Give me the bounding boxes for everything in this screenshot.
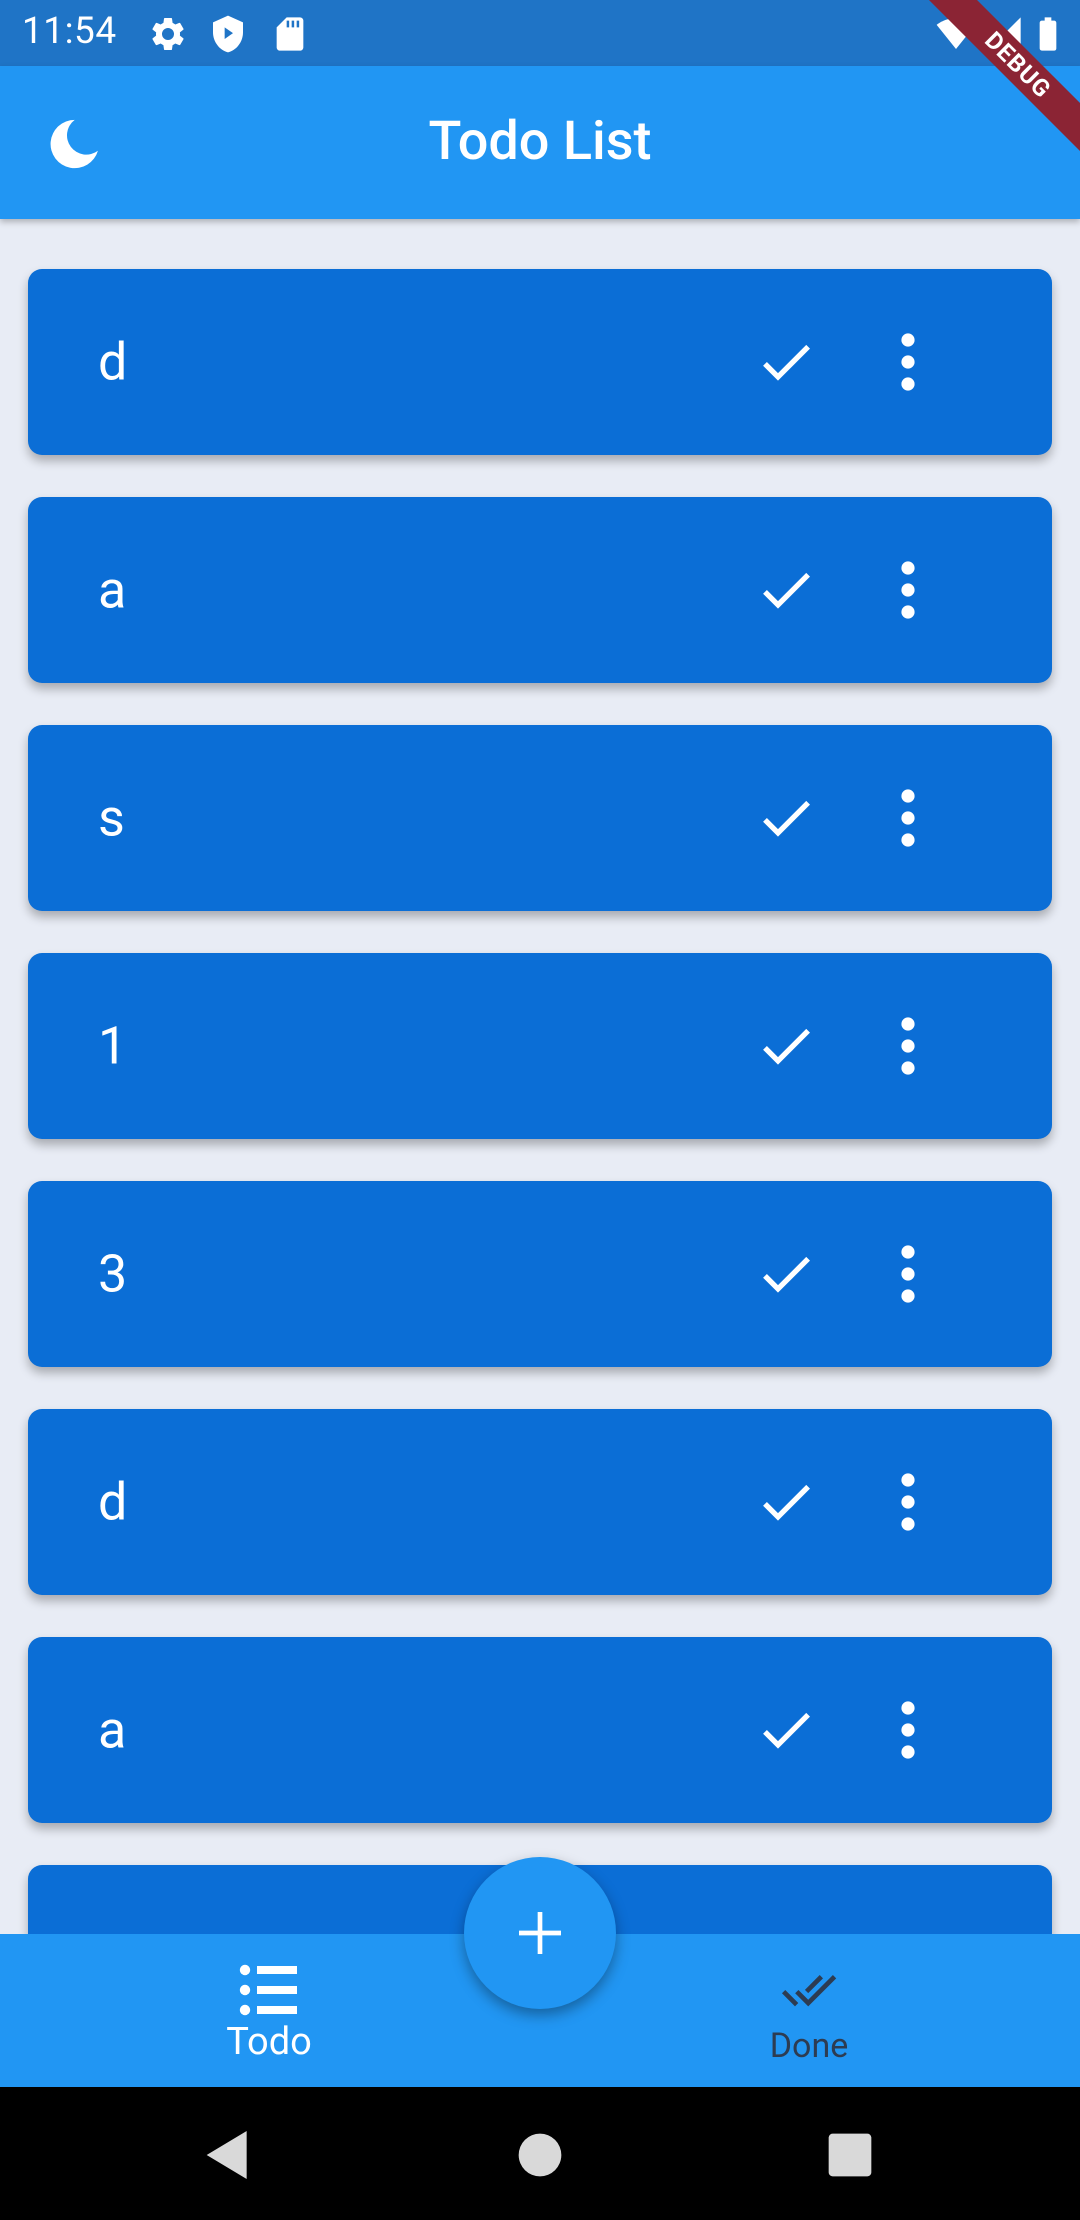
done-all-icon <box>777 1962 841 2018</box>
mark-done-button[interactable] <box>754 1014 818 1078</box>
todo-title: a <box>98 559 127 621</box>
more-vert-icon <box>901 1017 915 1075</box>
check-icon <box>763 572 810 609</box>
more-vert-icon <box>901 789 915 847</box>
page-title: Todo List <box>428 110 652 173</box>
add-todo-button[interactable] <box>464 1857 616 2009</box>
recents-icon[interactable] <box>818 2123 882 2187</box>
check-icon <box>763 1484 810 1521</box>
mark-done-button[interactable] <box>754 558 818 622</box>
more-vert-icon <box>901 561 915 619</box>
status-bar: 11:54 <box>0 0 1080 66</box>
back-icon[interactable] <box>196 2123 260 2187</box>
mark-done-button[interactable] <box>754 1698 818 1762</box>
check-icon <box>763 1712 810 1749</box>
todo-item[interactable]: d <box>28 269 1052 455</box>
system-nav-bar <box>0 2087 1080 2220</box>
app-bar: Todo List <box>0 66 1080 219</box>
more-vert-icon <box>901 1701 915 1759</box>
mark-done-button[interactable] <box>754 330 818 394</box>
mark-done-button[interactable] <box>754 786 818 850</box>
more-options-button[interactable] <box>888 1698 928 1762</box>
todo-item[interactable]: 1 <box>28 953 1052 1139</box>
status-time: 11:54 <box>22 10 117 53</box>
todo-item[interactable]: s <box>28 725 1052 911</box>
check-icon <box>763 1256 810 1293</box>
todo-list[interactable]: d a s 1 3 d a <box>0 219 1080 1934</box>
more-vert-icon <box>901 1473 915 1531</box>
todo-title: s <box>98 787 125 849</box>
check-icon <box>763 1028 810 1065</box>
shield-play-icon <box>208 14 248 54</box>
mark-done-button[interactable] <box>754 1242 818 1306</box>
list-icon <box>237 1962 301 2018</box>
todo-title: 1 <box>98 1015 128 1077</box>
mark-done-button[interactable] <box>754 1470 818 1534</box>
nav-tab-done[interactable]: Done <box>659 1934 959 2087</box>
more-vert-icon <box>901 1245 915 1303</box>
more-options-button[interactable] <box>888 1014 928 1078</box>
todo-title: d <box>98 331 128 393</box>
sd-card-icon <box>270 14 310 54</box>
battery-icon <box>1028 14 1068 54</box>
home-icon[interactable] <box>508 2123 572 2187</box>
settings-icon <box>148 14 188 54</box>
todo-title: 3 <box>98 1243 128 1305</box>
todo-item[interactable]: 3 <box>28 1181 1052 1367</box>
more-options-button[interactable] <box>888 1470 928 1534</box>
todo-title: a <box>98 1699 127 1761</box>
todo-item[interactable]: a <box>28 497 1052 683</box>
more-options-button[interactable] <box>888 1242 928 1306</box>
check-icon <box>763 344 810 381</box>
more-options-button[interactable] <box>888 786 928 850</box>
todo-title: d <box>98 1471 128 1533</box>
more-options-button[interactable] <box>888 558 928 622</box>
todo-item[interactable]: d <box>28 1409 1052 1595</box>
nav-tab-todo[interactable]: Todo <box>119 1934 419 2087</box>
check-icon <box>763 800 810 837</box>
more-options-button[interactable] <box>888 330 928 394</box>
plus-icon <box>519 1912 561 1954</box>
more-vert-icon <box>901 333 915 391</box>
nav-tab-done-label: Done <box>769 2026 849 2066</box>
nav-tab-todo-label: Todo <box>226 2020 312 2064</box>
todo-item[interactable]: a <box>28 1637 1052 1823</box>
